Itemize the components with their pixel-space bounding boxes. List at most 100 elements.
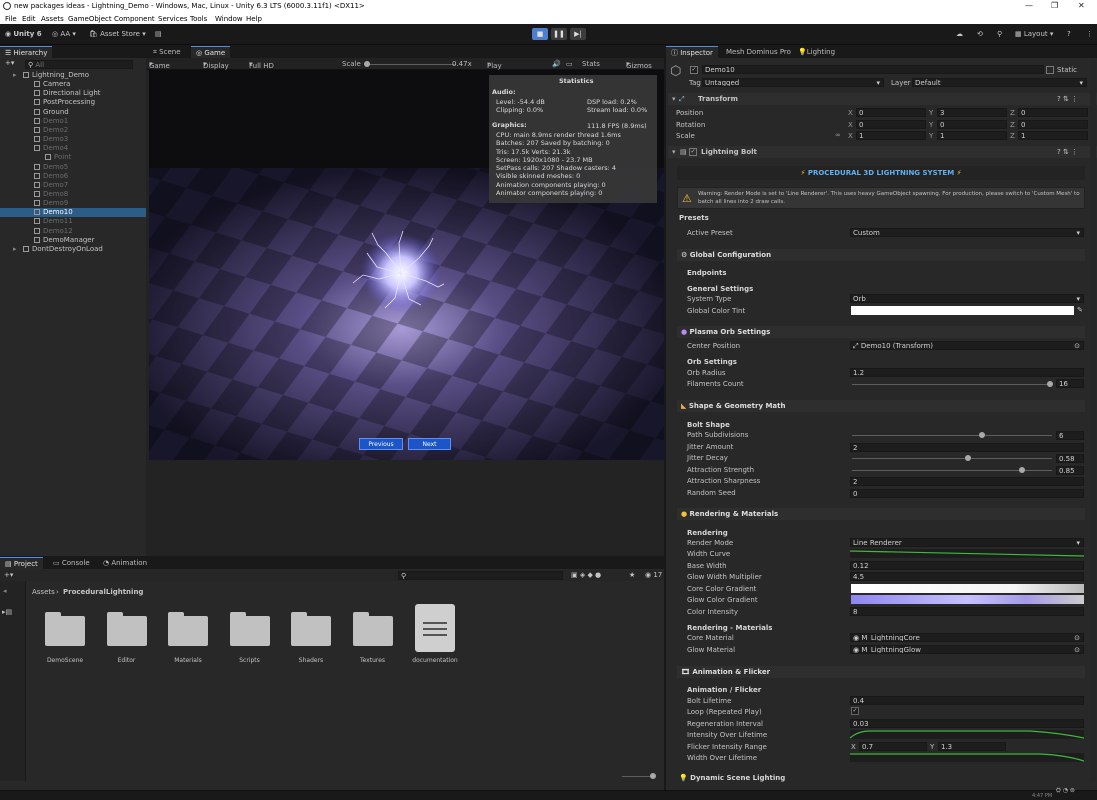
scale-z-field[interactable]: 1 [1018, 131, 1088, 140]
package-icon[interactable]: ▤ [155, 29, 162, 40]
hierarchy-item[interactable]: Demo8 [0, 190, 146, 199]
folder-icon[interactable] [229, 612, 272, 646]
static-checkbox[interactable] [1046, 66, 1054, 74]
glow-multiplier-field[interactable]: 4.5 [850, 572, 1084, 581]
history-icon[interactable]: ⟲ [977, 29, 983, 40]
menu-help[interactable]: Help [246, 15, 262, 23]
tab-hierarchy[interactable]: ☰ Hierarchy [0, 46, 53, 58]
tab-mesh-dominus[interactable]: Mesh Dominus Pro [721, 46, 796, 58]
tab-game[interactable]: ◎ Game [191, 46, 231, 58]
hierarchy-item[interactable]: Directional Light [0, 89, 146, 98]
menu-gameobject[interactable]: GameObject [68, 15, 112, 23]
tab-inspector[interactable]: ⓘ Inspector [666, 46, 718, 58]
loop-checkbox[interactable]: ✓ [851, 707, 859, 715]
hierarchy-item[interactable]: Ground [0, 108, 146, 117]
shape-row-slider[interactable] [852, 435, 1052, 436]
hierarchy-item[interactable]: ▸ DontDestroyOnLoad [0, 245, 146, 254]
game-mode-dropdown[interactable]: Game ▾ [149, 60, 170, 70]
next-button[interactable]: Next [408, 438, 451, 450]
create-asset-button[interactable]: +▾ [4, 571, 13, 579]
previous-button[interactable]: Previous [359, 438, 403, 450]
regen-interval-field[interactable]: 0.03 [850, 719, 1084, 728]
breadcrumb-assets[interactable]: Assets [32, 588, 55, 596]
flicker-x-field[interactable]: 0.7 [859, 742, 927, 751]
shape-row-slider-knob[interactable] [1019, 466, 1025, 473]
menu-component[interactable]: Component [114, 15, 155, 23]
component-enabled-checkbox[interactable]: ✓ [689, 148, 697, 156]
folder-icon[interactable] [291, 612, 333, 646]
maximize-icon[interactable]: ❐ [1051, 1, 1058, 10]
menu-edit[interactable]: Edit [22, 15, 36, 23]
breadcrumb-procedurallightning[interactable]: ProceduralLightning [63, 588, 143, 596]
project-search-input[interactable]: ⚲ [398, 571, 563, 580]
core-material-field[interactable]: ◉ M_LightningCore ⊙ [850, 633, 1084, 642]
position-y-field[interactable]: 3 [937, 108, 1007, 117]
hierarchy-item[interactable]: Demo9 [0, 199, 146, 208]
position-x-field[interactable]: 0 [856, 108, 926, 117]
vsync-icon[interactable]: ▭ [566, 60, 573, 68]
mute-audio-icon[interactable]: 🔊 [552, 60, 561, 68]
shape-row-field[interactable]: 0 [850, 488, 1084, 498]
component-menu-icons[interactable]: ? ⇅ ⋮ [1057, 148, 1078, 156]
width-lifetime-curve[interactable] [850, 753, 1084, 762]
stats-button[interactable]: Stats [582, 60, 600, 68]
shape-row-field[interactable]: 2 [850, 477, 1084, 486]
rotation-y-field[interactable]: 0 [937, 120, 1007, 129]
rotation-x-field[interactable]: 0 [856, 120, 926, 129]
menu-file[interactable]: File [5, 15, 17, 23]
intensity-lifetime-curve[interactable] [850, 730, 1084, 739]
scale-y-field[interactable]: 1 [937, 131, 1007, 140]
color-intensity-field[interactable]: 8 [850, 607, 1084, 616]
filaments-slider[interactable] [852, 384, 1052, 385]
tab-project[interactable]: ▤ Project [0, 557, 43, 569]
eyedropper-icon[interactable]: ✎ [1077, 306, 1083, 314]
base-width-field[interactable]: 0.12 [850, 561, 1084, 570]
hierarchy-item[interactable]: Camera [0, 80, 146, 89]
pause-button[interactable]: ❚❚ [551, 28, 567, 40]
rotation-z-field[interactable]: 0 [1018, 120, 1088, 129]
help-icon[interactable]: ? [1067, 29, 1071, 40]
glow-gradient-field[interactable] [851, 595, 1084, 604]
play-button[interactable]: ■ [532, 28, 548, 40]
hierarchy-item[interactable]: Demo10 [0, 208, 146, 218]
lightning-bolt-header[interactable]: ▾ ▤ ✓ Lightning Bolt ? ⇅ ⋮ [668, 146, 1097, 158]
hierarchy-item[interactable]: Demo1 [0, 117, 146, 126]
active-checkbox[interactable]: ✓ [690, 66, 698, 74]
global-config-header[interactable]: ⚙ Global Configuration [677, 249, 1085, 261]
menu-services[interactable]: Services [158, 15, 188, 23]
close-icon[interactable]: ✕ [1078, 1, 1085, 10]
hierarchy-item[interactable]: Demo2 [0, 126, 146, 135]
rendering-header[interactable]: ● Rendering & Materials [677, 508, 1085, 520]
hierarchy-item[interactable]: Demo7 [0, 181, 146, 190]
flicker-y-field[interactable]: 1.3 [938, 742, 1006, 751]
filter-icons[interactable]: ▣ ◈ ◆ ● [571, 571, 601, 579]
folder-icon[interactable] [106, 612, 149, 646]
folder-icon[interactable] [168, 612, 210, 646]
tab-scene[interactable]: ⌗ Scene [148, 46, 186, 58]
account-button[interactable]: ◎ AA ▾ [52, 29, 76, 40]
core-gradient-field[interactable] [851, 584, 1084, 593]
bolt-lifetime-field[interactable]: 0.4 [850, 696, 1084, 705]
menu-window[interactable]: Window [215, 15, 243, 23]
plasma-header[interactable]: ● Plasma Orb Settings [677, 326, 1085, 338]
display-dropdown[interactable]: Display 1 ▾ [203, 60, 229, 78]
hierarchy-item[interactable]: Demo3 [0, 135, 146, 144]
scale-link-icon[interactable]: ∞ [835, 131, 841, 139]
layer-dropdown[interactable]: Default ▾ [912, 78, 1087, 87]
transform-help-icon[interactable]: ? ⇅ ⋮ [1057, 95, 1078, 103]
hierarchy-item[interactable]: ▸ Lightning_Demo [0, 71, 146, 80]
animation-header[interactable]: 🎞 Animation & Flicker [677, 666, 1085, 678]
hierarchy-item[interactable]: Demo5 [0, 163, 146, 172]
tab-lighting[interactable]: 💡Lighting [793, 46, 840, 58]
transform-header[interactable]: ▾ ⤢ Transform ? ⇅ ⋮ [668, 93, 1097, 105]
hierarchy-item[interactable]: Demo11 [0, 217, 146, 226]
icon-size-knob[interactable] [650, 773, 656, 779]
hierarchy-item[interactable]: Demo4 [0, 144, 146, 153]
system-type-dropdown[interactable]: Orb ▾ [850, 294, 1084, 303]
resolution-dropdown[interactable]: Full HD (1920x1080) ▾ [249, 60, 294, 78]
shape-row-field[interactable]: 0.85 [1056, 465, 1084, 475]
menu-assets[interactable]: Assets [41, 15, 64, 23]
hierarchy-item[interactable]: Point [0, 153, 146, 162]
cloud-icon[interactable]: ☁ [956, 29, 963, 40]
tree-expand-icon[interactable]: ◂ [3, 587, 7, 595]
